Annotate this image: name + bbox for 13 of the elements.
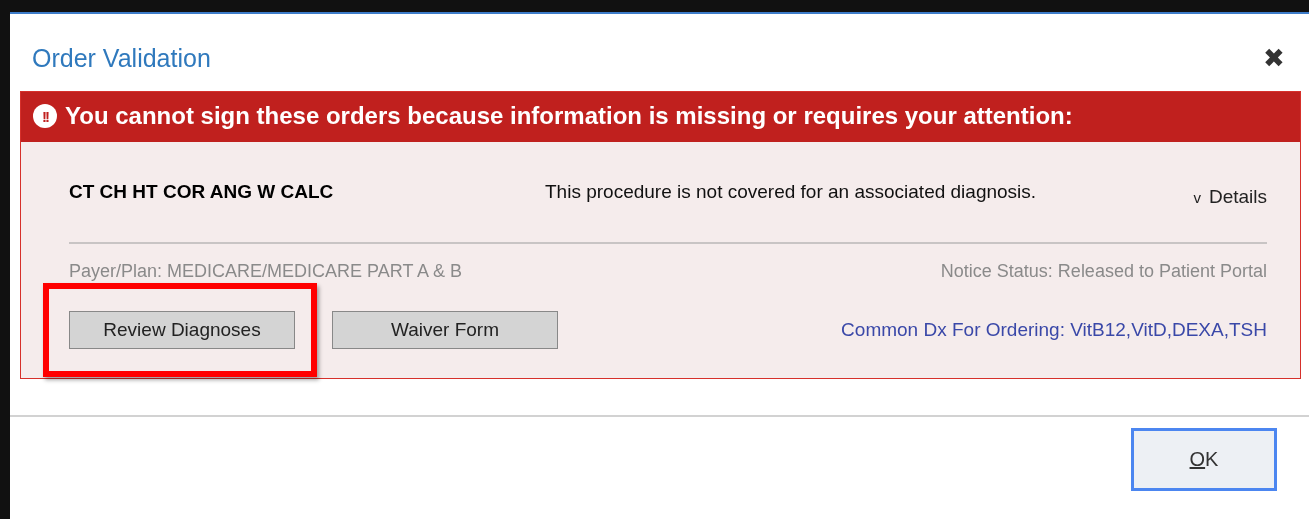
common-dx-link[interactable]: Common Dx For Ordering: VitB12,VitD,DEXA,TSH bbox=[841, 319, 1267, 341]
action-button[interactable]: Review Diagnoses bbox=[69, 311, 295, 349]
ok-button[interactable]: OK bbox=[1131, 428, 1277, 491]
dialog-title: Order Validation bbox=[32, 43, 211, 73]
close-button[interactable]: ✖ bbox=[1263, 42, 1285, 74]
order-name: CT CH HT COR ANG W CALC bbox=[69, 181, 335, 203]
order-message: This procedure is not covered for an associated diagnosis. bbox=[545, 181, 1038, 203]
error-message: You cannot sign these orders because information is missing or requires your attention: bbox=[65, 102, 1073, 130]
payer-plan: Payer/Plan: MEDICARE/MEDICARE PART A & B bbox=[69, 261, 463, 282]
details-toggle[interactable]: v Details bbox=[1193, 186, 1267, 208]
action-button[interactable]: Waiver Form bbox=[332, 311, 558, 349]
notice-status: Notice Status: Released to Patient Portal bbox=[940, 261, 1267, 282]
alert-icon: !! bbox=[33, 104, 57, 128]
